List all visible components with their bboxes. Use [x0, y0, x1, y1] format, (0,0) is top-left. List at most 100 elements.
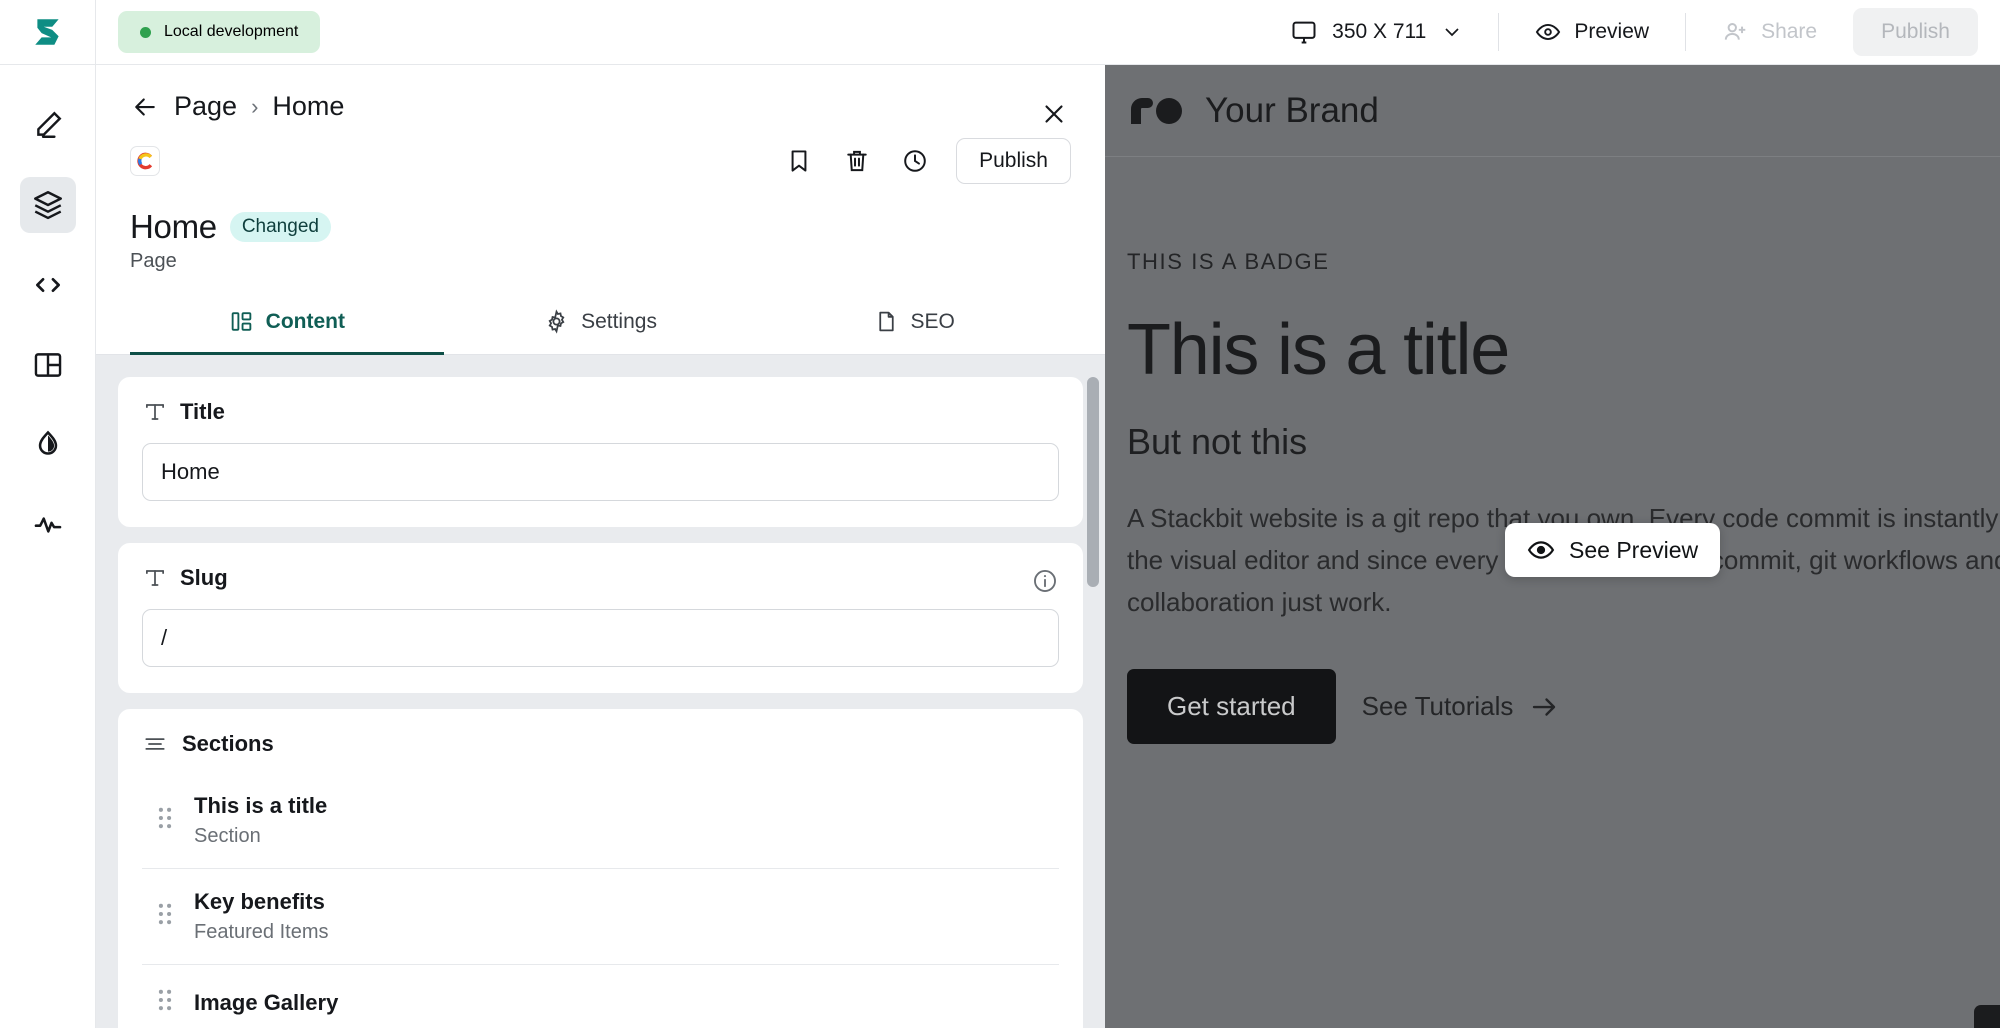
back-button[interactable]	[130, 92, 160, 122]
pencil-icon	[36, 111, 61, 138]
slug-input[interactable]: /	[142, 609, 1059, 667]
document-meta-row: Publish	[96, 122, 1105, 184]
contrast-droplet-icon	[38, 430, 57, 455]
status-dot-icon	[140, 26, 151, 38]
bookmark-button[interactable]	[782, 144, 816, 178]
divider	[1498, 13, 1500, 51]
preview-side-tab[interactable]	[1974, 1005, 2000, 1028]
field-card-sections: Sections This is a title Section Key ben…	[118, 709, 1083, 1028]
panel-scrollbar[interactable]	[1087, 377, 1099, 587]
publish-panel-label: Publish	[979, 149, 1048, 172]
drag-handle-icon[interactable]	[156, 803, 174, 838]
editor-panel: Page › Home Publish Home Changed Page Co…	[96, 65, 1105, 1028]
preview-button[interactable]: Preview	[1513, 10, 1671, 54]
list-item[interactable]: Key benefits Featured Items	[142, 868, 1059, 964]
slug-input-value: /	[161, 625, 168, 650]
preview-site-header: Your Brand	[1105, 65, 2000, 157]
app-logo[interactable]	[0, 0, 96, 65]
see-preview-label: See Preview	[1569, 536, 1699, 563]
panel-body: Title Home Slug / Sections This is a tit…	[96, 355, 1105, 1028]
trash-icon	[847, 150, 867, 172]
share-label: Share	[1761, 20, 1818, 43]
tab-seo-label: SEO	[910, 309, 955, 333]
document-tag-icon	[878, 311, 894, 332]
list-item[interactable]: Image Gallery	[142, 964, 1059, 1028]
field-card-title: Title Home	[118, 377, 1083, 527]
document-title-block: Home Changed Page	[96, 184, 1105, 273]
tab-settings[interactable]: Settings	[444, 295, 758, 355]
tab-settings-label: Settings	[581, 309, 657, 333]
divider	[1685, 13, 1687, 51]
title-input[interactable]: Home	[142, 443, 1059, 501]
publish-label: Publish	[1881, 20, 1950, 43]
sidebar-item-theme[interactable]	[20, 417, 76, 473]
drag-handle-glyph-icon	[158, 807, 172, 829]
list-item-title: Key benefits	[194, 889, 325, 914]
gear-icon	[548, 309, 565, 334]
top-bar-actions: 350 X 711 Preview Share Publish	[1270, 0, 2000, 65]
preview-cta-group: Get started See Tutorials	[1127, 669, 1978, 745]
sidebar-item-content[interactable]	[19, 177, 76, 233]
document-actions: Publish	[782, 138, 1071, 184]
clock-icon	[904, 150, 926, 172]
history-button[interactable]	[898, 144, 932, 178]
breadcrumb-root[interactable]: Page	[174, 91, 237, 122]
sidebar-item-layout[interactable]	[20, 337, 76, 393]
preview-title: This is a title	[1127, 310, 1510, 390]
list-item[interactable]: This is a title Section	[142, 773, 1059, 868]
preview-subtitle: But not this	[1127, 421, 1308, 462]
app-root: Local development 350 X 711 Preview Shar…	[0, 0, 2000, 1028]
pulse-icon	[34, 517, 61, 533]
monitor-icon	[1292, 21, 1316, 44]
eye-icon	[1527, 541, 1555, 559]
sidebar-item-code[interactable]	[20, 257, 76, 313]
delete-button[interactable]	[840, 144, 874, 178]
favicon-glyph-icon	[137, 152, 153, 170]
preview-label: Preview	[1574, 20, 1650, 43]
eye-icon	[1536, 23, 1561, 41]
drag-handle-icon[interactable]	[156, 899, 174, 934]
fields-scroll-area: Title Home Slug / Sections This is a tit…	[118, 377, 1083, 1028]
preview-badge: THIS IS A BADGE	[1127, 249, 1330, 274]
tab-content[interactable]: Content	[130, 295, 444, 355]
publish-button-panel[interactable]: Publish	[956, 138, 1071, 184]
list-item-title: This is a title	[194, 793, 328, 818]
share-button[interactable]: Share	[1700, 10, 1839, 54]
left-rail	[0, 65, 96, 1028]
field-label-sections: Sections	[182, 731, 274, 756]
drag-handle-glyph-icon	[158, 989, 172, 1011]
close-icon	[1045, 105, 1063, 123]
get-started-button[interactable]: Get started	[1127, 669, 1336, 745]
field-label-slug: Slug	[180, 565, 228, 590]
panel-tabs: Content Settings SEO	[96, 295, 1105, 355]
tab-seo[interactable]: SEO	[757, 295, 1071, 355]
sidebar-item-activity[interactable]	[20, 497, 76, 553]
environment-label: Local development	[164, 23, 299, 40]
top-bar: Local development 350 X 711 Preview Shar…	[0, 0, 2000, 65]
viewport-size-selector[interactable]: 350 X 711	[1270, 10, 1484, 54]
get-started-label: Get started	[1167, 691, 1296, 722]
arrow-left-icon	[135, 97, 155, 116]
sections-list: This is a title Section Key benefits Fea…	[142, 773, 1059, 1028]
sidebar-item-edit[interactable]	[20, 97, 76, 153]
environment-badge[interactable]: Local development	[118, 11, 321, 53]
layout-panels-icon	[34, 353, 61, 377]
preview-hero: THIS IS A BADGE This is a title But not …	[1105, 157, 2000, 745]
brand-mark-icon	[1131, 97, 1182, 124]
breadcrumb: Page › Home	[130, 91, 1071, 122]
document-type-label: Page	[130, 250, 177, 272]
preview-brand-name: Your Brand	[1205, 90, 1379, 130]
stackbit-logo-icon	[34, 19, 59, 45]
slug-info-button[interactable]	[1031, 567, 1059, 600]
site-favicon-icon	[130, 146, 160, 176]
field-label-title: Title	[180, 399, 225, 424]
see-tutorials-link[interactable]: See Tutorials	[1362, 691, 1560, 722]
user-plus-icon	[1724, 23, 1746, 40]
drag-handle-icon[interactable]	[156, 985, 174, 1020]
close-panel-button[interactable]	[1037, 97, 1071, 131]
page-title: Home	[130, 208, 217, 245]
breadcrumb-separator: ›	[251, 93, 259, 119]
arrow-right-icon	[1533, 698, 1556, 716]
see-preview-button[interactable]: See Preview	[1505, 523, 1721, 577]
publish-button-topbar[interactable]: Publish	[1853, 8, 1978, 56]
